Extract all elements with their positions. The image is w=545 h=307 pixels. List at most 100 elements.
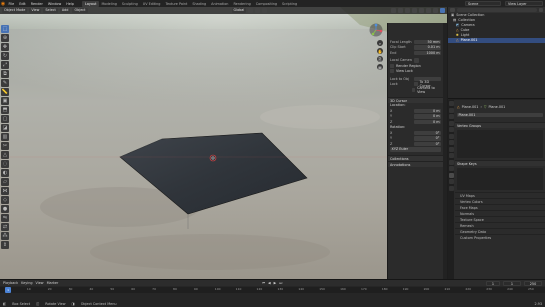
view-layer-tab-icon[interactable]	[448, 120, 454, 126]
snap-icon[interactable]	[255, 8, 261, 13]
start-frame-field[interactable]: 1	[503, 280, 521, 286]
measure-tool-icon[interactable]: 📏	[1, 88, 9, 96]
modifier-tab-icon[interactable]	[448, 146, 454, 152]
rotate-tool-icon[interactable]: ↻	[1, 52, 9, 60]
bevel-tool-icon[interactable]: ◪	[1, 124, 9, 132]
timeline[interactable]: Playback Keying View Marker ⏮ ◀ ▶ ⏭ 1 1 …	[0, 279, 545, 300]
shear-tool-icon[interactable]: ▱	[1, 178, 9, 186]
outliner-search-input[interactable]	[457, 8, 537, 12]
tab-uv-editing[interactable]: UV Editing	[140, 1, 163, 7]
randomize-tool-icon[interactable]: ⁂	[1, 232, 9, 240]
rotation-mode-dropdown[interactable]: XYZ Euler	[390, 147, 441, 152]
object-menu[interactable]: Object	[72, 8, 88, 13]
navigation-gizmo[interactable]	[369, 23, 383, 37]
orientation-selector[interactable]: Global	[231, 8, 247, 13]
select-tool-icon[interactable]: ⬚	[1, 25, 9, 33]
clip-end-field[interactable]: 1000 m	[414, 50, 441, 55]
add-menu[interactable]: Add	[59, 8, 71, 13]
menu-render[interactable]: Render	[28, 2, 45, 6]
view-layer-selector[interactable]: View Layer	[505, 1, 543, 6]
gizmo-toggle-icon[interactable]	[398, 8, 403, 13]
jump-end-icon[interactable]: ⏭	[279, 281, 282, 285]
timeline-marker-menu[interactable]: Marker	[47, 281, 59, 285]
object-tab-icon[interactable]	[448, 140, 454, 145]
menu-window[interactable]: Window	[45, 2, 63, 6]
filter-icon[interactable]	[539, 8, 543, 12]
knife-tool-icon[interactable]: ✂	[1, 142, 9, 150]
outliner-row-plane[interactable]: △ Plane.001	[448, 38, 545, 43]
transform-tool-icon[interactable]: ⧉	[1, 70, 9, 78]
tab-rendering[interactable]: Rendering	[231, 1, 253, 7]
shape-keys-section[interactable]: Shape Keys	[455, 160, 545, 166]
spin-tool-icon[interactable]: ◌	[1, 160, 9, 168]
location-z-field[interactable]: 0 m	[414, 119, 441, 124]
tab-texture-paint[interactable]: Texture Paint	[163, 1, 190, 7]
tab-modeling[interactable]: Modeling	[99, 1, 119, 7]
tab-shading[interactable]: Shading	[190, 1, 209, 7]
playhead[interactable]: 1	[5, 287, 12, 293]
smooth-tool-icon[interactable]: ◐	[1, 169, 9, 177]
tool-tab-icon[interactable]	[448, 101, 454, 106]
to-sphere-tool-icon[interactable]: ●	[1, 205, 9, 213]
camera-view-icon[interactable]: ⎘	[377, 56, 383, 62]
custom-properties-section[interactable]: Custom Properties	[455, 234, 545, 240]
physics-tab-icon[interactable]	[448, 159, 454, 165]
menu-help[interactable]: Help	[64, 2, 77, 6]
render-tab-icon[interactable]	[448, 107, 454, 113]
local-camera-checkbox[interactable]	[414, 58, 419, 63]
clip-start-field[interactable]: 0.01 m	[414, 45, 441, 50]
menu-edit[interactable]: Edit	[17, 2, 29, 6]
3d-viewport[interactable]: Object Mode View Select Add Object Globa…	[0, 7, 447, 279]
mesh-data-tab-icon[interactable]	[448, 172, 454, 178]
solid-shading-icon[interactable]	[426, 8, 431, 13]
tab-animation[interactable]: Animation	[209, 1, 231, 7]
vertex-slide-tool-icon[interactable]: ⇄	[1, 223, 9, 231]
wireframe-shading-icon[interactable]	[419, 8, 424, 13]
visibility-icon[interactable]	[391, 8, 396, 13]
tab-sculpting[interactable]: Sculpting	[119, 1, 140, 7]
location-y-field[interactable]: 0 m	[414, 114, 441, 119]
rotation-y-field[interactable]: 0°	[414, 136, 441, 141]
output-tab-icon[interactable]	[448, 114, 454, 119]
render-region-checkbox[interactable]	[390, 63, 394, 68]
scene-tab-icon[interactable]	[448, 127, 454, 132]
material-tab-icon[interactable]	[448, 179, 454, 184]
rendered-shading-icon[interactable]	[440, 8, 445, 13]
move-tool-icon[interactable]: ✥	[1, 43, 9, 51]
tab-compositing[interactable]: Compositing	[253, 1, 279, 7]
menu-file[interactable]: File	[6, 2, 17, 6]
mode-selector[interactable]: Object Mode	[2, 8, 28, 13]
focal-length-field[interactable]: 50 mm	[414, 39, 441, 44]
material-shading-icon[interactable]	[433, 8, 438, 13]
rip-tool-icon[interactable]: ⋈	[1, 187, 9, 195]
tab-layout[interactable]: Layout	[82, 0, 99, 7]
inset-tool-icon[interactable]: ▢	[1, 115, 9, 123]
rotation-x-field[interactable]: 0°	[414, 130, 441, 135]
view-lock-checkbox[interactable]	[390, 69, 394, 74]
pivot-icon[interactable]	[248, 8, 254, 13]
particles-tab-icon[interactable]	[448, 153, 454, 158]
camera-to-view-checkbox[interactable]	[411, 87, 416, 92]
annotations-section[interactable]: Annotations	[388, 161, 443, 167]
edge-slide-tool-icon[interactable]: ⇋	[1, 214, 9, 222]
tab-scripting[interactable]: Scripting	[280, 1, 300, 7]
play-icon[interactable]: ▶	[274, 281, 277, 285]
xray-icon[interactable]	[412, 8, 417, 13]
perspective-grid-icon[interactable]: ▦	[377, 64, 383, 70]
extrude-tool-icon[interactable]: ⬒	[1, 106, 9, 114]
proportional-icon[interactable]	[262, 8, 268, 13]
vertex-groups-section[interactable]: Vertex Groups	[455, 122, 545, 128]
location-x-field[interactable]: 0 m	[414, 108, 441, 113]
mesh-datablock-field[interactable]: Plane.001	[457, 112, 543, 118]
scene-selector[interactable]: Scene	[465, 1, 501, 6]
zoom-icon[interactable]: ⌕	[377, 40, 383, 46]
overlay-icon[interactable]	[405, 8, 410, 13]
cursor-tool-icon[interactable]: ⊕	[1, 34, 9, 42]
vertex-groups-list[interactable]	[457, 130, 543, 158]
outliner-display-mode-icon[interactable]	[450, 8, 455, 12]
constraints-tab-icon[interactable]	[448, 166, 454, 171]
shrink-tool-icon[interactable]: ◇	[1, 196, 9, 204]
world-tab-icon[interactable]	[448, 133, 454, 139]
current-frame-field[interactable]: 1	[486, 280, 500, 286]
poly-build-tool-icon[interactable]: △	[1, 151, 9, 159]
